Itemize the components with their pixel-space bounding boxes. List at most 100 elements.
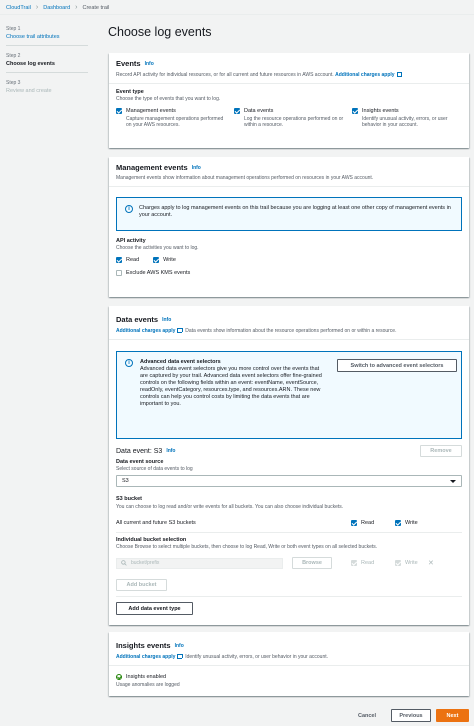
read-label: Read <box>126 257 140 263</box>
previous-button[interactable]: Previous <box>391 709 431 722</box>
info-link[interactable]: Info <box>162 317 171 323</box>
management-events-panel: Management events Info Management events … <box>109 157 469 297</box>
option-label: Data events <box>244 108 274 114</box>
switch-advanced-selectors-button[interactable]: Switch to advanced event selectors <box>337 359 457 372</box>
info-circle-icon: i <box>125 205 133 213</box>
panel-description: Management events show information about… <box>116 175 374 181</box>
source-desc: Select source of data events to log <box>116 466 193 472</box>
bucket-read-checkbox[interactable] <box>351 560 357 566</box>
step-2: Step 2 Choose log events <box>6 53 96 73</box>
panel-title: Management events <box>116 163 188 172</box>
chevron-right-icon: › <box>35 4 39 11</box>
data-events-checkbox[interactable] <box>234 108 240 114</box>
panel-description: Additional charges apply Data events sho… <box>116 327 397 334</box>
option-management-events: Management events Capture management ope… <box>116 108 234 128</box>
write-label: Write <box>405 520 418 526</box>
search-icon <box>121 560 127 566</box>
option-data-events: Data events Log the resource operations … <box>234 108 352 128</box>
step-1: Step 1 Choose trail attributes <box>6 26 96 46</box>
exclude-kms-checkbox[interactable] <box>116 270 122 276</box>
divider <box>116 532 462 533</box>
external-link-icon <box>177 653 183 659</box>
divider <box>6 45 88 46</box>
info-link[interactable]: Info <box>175 643 184 649</box>
chevron-right-icon: › <box>75 4 78 11</box>
flash-message: Advanced data event selectors give you m… <box>140 366 322 407</box>
additional-charges-link[interactable]: Additional charges apply <box>335 72 394 78</box>
add-data-event-type-button[interactable]: Add data event type <box>116 602 193 615</box>
next-button[interactable]: Next <box>436 709 469 722</box>
s3-bucket-desc: You can choose to log read and/or write … <box>116 504 344 510</box>
breadcrumb-current: Create trail <box>82 5 110 11</box>
api-activity-desc: Choose the activities you want to log. <box>116 245 199 251</box>
advanced-selectors-flashbar: i Advanced data event selectors Advanced… <box>116 351 462 439</box>
read-label: Read <box>361 560 375 566</box>
option-label: Insights events <box>362 108 399 114</box>
cancel-button[interactable]: Cancel <box>350 709 384 722</box>
insights-events-checkbox[interactable] <box>352 108 358 114</box>
bucket-write-checkbox[interactable] <box>395 560 401 566</box>
panel-description: Additional charges apply Identify unusua… <box>116 653 329 660</box>
option-label: Management events <box>126 108 176 114</box>
read-label: Read <box>361 520 375 526</box>
mgmt-write-checkbox[interactable] <box>153 257 160 263</box>
write-label: Write <box>405 560 418 566</box>
individual-bucket-desc: Choose Browse to select multiple buckets… <box>116 544 378 550</box>
close-icon[interactable]: ✕ <box>428 559 434 567</box>
panel-header: Events Info Record API activity for indiv… <box>109 53 469 84</box>
insights-status-desc: Usage anomalies are logged <box>116 682 180 688</box>
external-link-icon <box>396 71 403 77</box>
panel-header: Data events Info Additional charges apply… <box>109 306 469 340</box>
success-check-icon <box>116 674 122 680</box>
event-type-desc: Choose the type of events that you want … <box>116 96 221 102</box>
divider <box>6 72 88 73</box>
bucket-placeholder: bucket/prefix <box>131 560 160 566</box>
option-insights-events: Insights events Identify unusual activit… <box>352 108 462 128</box>
insights-events-panel: Insights events Info Additional charges a… <box>109 632 469 696</box>
add-bucket-button[interactable]: Add bucket <box>116 579 167 591</box>
s3-section-title: Data event: S3 <box>116 447 163 455</box>
info-circle-icon: i <box>125 359 133 367</box>
panel-title: Data events <box>116 315 159 324</box>
external-link-icon <box>177 327 183 333</box>
exclude-kms-label: Exclude AWS KMS events <box>126 270 191 276</box>
bucket-search-input[interactable]: bucket/prefix <box>116 557 283 569</box>
option-desc: Capture management operations performed … <box>126 116 224 128</box>
data-event-source-select[interactable]: S3 <box>116 475 462 487</box>
caret-down-icon <box>450 479 456 483</box>
additional-charges-link[interactable]: Additional charges apply <box>116 654 175 660</box>
breadcrumb-dashboard[interactable]: Dashboard <box>43 5 70 11</box>
info-link[interactable]: Info <box>166 448 175 454</box>
step-label-disabled: Review and create <box>6 88 52 94</box>
all-buckets-write-checkbox[interactable] <box>395 520 401 526</box>
divider <box>0 14 474 15</box>
wizard-steps: Step 1 Choose trail attributes Step 2 Ch… <box>6 26 96 101</box>
page-title: Choose log events <box>108 25 212 39</box>
step-label-active: Choose log events <box>6 61 55 67</box>
browse-button[interactable]: Browse <box>292 557 332 569</box>
step-link-trail-attributes[interactable]: Choose trail attributes <box>6 34 96 40</box>
select-value: S3 <box>122 478 129 484</box>
info-link[interactable]: Info <box>145 61 154 67</box>
data-events-panel: Data events Info Additional charges apply… <box>109 306 469 625</box>
individual-bucket-label: Individual bucket selection <box>116 537 187 543</box>
panel-header: Insights events Info Additional charges a… <box>109 632 469 666</box>
event-type-label: Event type <box>116 89 144 95</box>
panel-title: Events <box>116 59 141 68</box>
info-link[interactable]: Info <box>192 165 201 171</box>
step-number: Step 3 <box>6 80 21 86</box>
option-desc: Identify unusual activity, errors, or us… <box>362 116 448 128</box>
mgmt-read-checkbox[interactable] <box>116 257 122 263</box>
panel-description: Record API activity for individual resou… <box>116 71 462 78</box>
panel-title: Insights events <box>116 641 171 650</box>
all-buckets-read-checkbox[interactable] <box>351 520 357 526</box>
breadcrumb-cloudtrail[interactable]: CloudTrail <box>6 5 31 11</box>
option-desc: Log the resource operations performed on… <box>244 116 344 128</box>
additional-charges-link[interactable]: Additional charges apply <box>116 328 175 334</box>
events-panel: Events Info Record API activity for indiv… <box>109 53 469 148</box>
remove-button[interactable]: Remove <box>420 445 462 457</box>
api-activity-label: API activity <box>116 238 146 244</box>
breadcrumb: CloudTrail › Dashboard › Create trail <box>6 4 109 12</box>
management-events-checkbox[interactable] <box>116 108 122 114</box>
step-3: Step 3 Review and create <box>6 80 96 94</box>
